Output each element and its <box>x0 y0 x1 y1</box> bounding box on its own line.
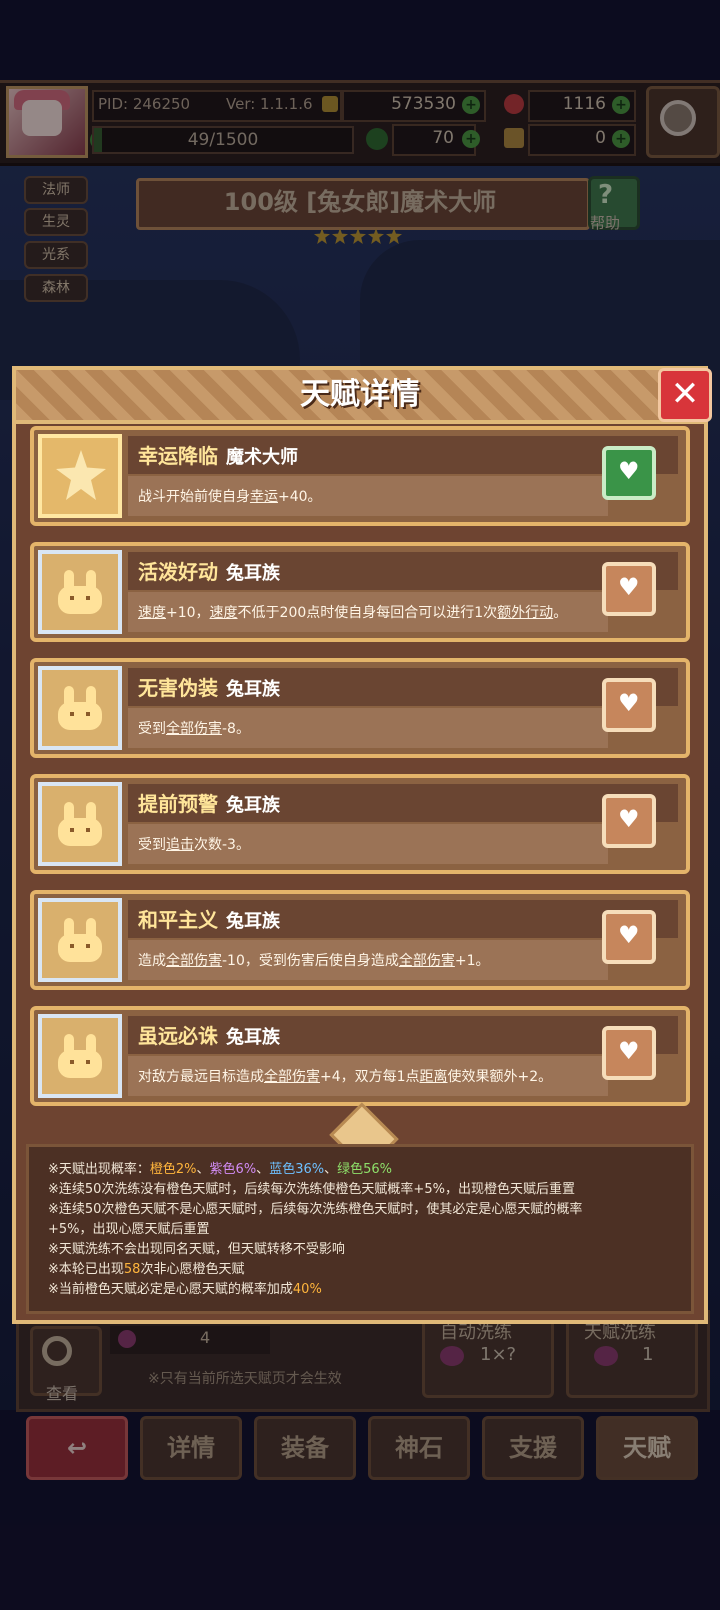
talent-description: 战斗开始前使自身幸运+40。 <box>138 486 322 506</box>
wish-heart-button[interactable]: ♥ <box>602 446 656 500</box>
note-no-duplicates: ※天赋洗练不会出现同名天赋，但天赋转移不受影响 <box>48 1242 345 1257</box>
desc-text: 受到 <box>138 837 166 853</box>
desc-text: +40。 <box>278 489 322 505</box>
heart-icon: ♥ <box>618 921 640 949</box>
rate-green: 绿色56% <box>337 1162 393 1177</box>
keyword-link[interactable]: 全部伤害 <box>264 1069 320 1085</box>
talent-tribe: 兔耳族 <box>226 795 280 816</box>
keyword-link[interactable]: 全部伤害 <box>399 953 455 969</box>
talent-name-text: 幸运降临 <box>138 444 218 468</box>
rate-blue: 蓝色36% <box>269 1162 325 1177</box>
keyword-link[interactable]: 距离 <box>420 1069 448 1085</box>
talent-name: 幸运降临 魔术大师 <box>138 440 298 469</box>
talent-name-text: 无害伪装 <box>138 676 218 700</box>
keyword-link[interactable]: 幸运 <box>250 489 278 505</box>
desc-text: 战斗开始前使自身 <box>138 489 250 505</box>
keyword-link[interactable]: 全部伤害 <box>166 721 222 737</box>
keyword-link[interactable]: 追击 <box>166 837 194 853</box>
talent-name: 提前预警 兔耳族 <box>138 788 280 817</box>
talent-tribe: 兔耳族 <box>226 679 280 700</box>
wish-heart-button[interactable]: ♥ <box>602 562 656 616</box>
talent-tribe: 兔耳族 <box>226 1027 280 1048</box>
talent-description: 速度+10，速度不低于200点时使自身每回合可以进行1次额外行动。 <box>138 602 567 622</box>
talent-description: 造成全部伤害-10，受到伤害后使自身造成全部伤害+1。 <box>138 950 490 970</box>
talent-icon <box>38 898 122 982</box>
wish-heart-button[interactable]: ♥ <box>602 1026 656 1080</box>
wish-heart-button[interactable]: ♥ <box>602 794 656 848</box>
talent-icon <box>38 550 122 634</box>
note-wish-pity: ※连续50次橙色天赋不是心愿天赋时，后续每次洗练橙色天赋时，使其必定是心愿天赋的… <box>48 1202 583 1217</box>
note-round-count: ※本轮已出现58次非心愿橙色天赋 <box>48 1262 245 1277</box>
desc-text: 造成 <box>138 953 166 969</box>
desc-text: 不低于200点时使自身每回合可以进行1次 <box>237 605 498 621</box>
wish-heart-button[interactable]: ♥ <box>602 910 656 964</box>
desc-text: 。 <box>553 605 568 621</box>
heart-icon: ♥ <box>618 573 640 601</box>
talent-name-text: 和平主义 <box>138 908 218 932</box>
wish-heart-button[interactable]: ♥ <box>602 678 656 732</box>
keyword-link[interactable]: 额外行动 <box>497 605 553 621</box>
desc-text: 对敌方最远目标造成 <box>138 1069 264 1085</box>
desc-text: -8。 <box>222 721 250 737</box>
modal-title: 天赋详情 <box>300 377 420 412</box>
talent-name: 虽远必诛 兔耳族 <box>138 1020 280 1049</box>
talent-icon <box>38 434 122 518</box>
round-count-value: 58 <box>123 1262 141 1277</box>
bunny-icon <box>56 918 104 962</box>
talent-tribe: 魔术大师 <box>226 447 298 468</box>
talent-name-text: 提前预警 <box>138 792 218 816</box>
heart-icon: ♥ <box>618 1037 640 1065</box>
desc-text: -10，受到伤害后使自身造成 <box>222 953 399 969</box>
close-button[interactable]: ✕ <box>658 368 712 422</box>
desc-text: +10， <box>166 605 210 621</box>
talent-icon <box>38 1014 122 1098</box>
desc-text: +1。 <box>454 953 490 969</box>
desc-text: +4，双方每1点 <box>320 1069 420 1085</box>
heart-icon: ♥ <box>618 457 640 485</box>
talent-icon <box>38 782 122 866</box>
heart-icon: ♥ <box>618 689 640 717</box>
talent-name: 和平主义 兔耳族 <box>138 904 280 933</box>
desc-text: 使效果额外+2。 <box>447 1069 553 1085</box>
talent-tribe: 兔耳族 <box>226 563 280 584</box>
talent-description: 受到全部伤害-8。 <box>138 718 250 738</box>
heart-icon: ♥ <box>618 805 640 833</box>
note-wish-pity-cont: +5%，出现心愿天赋后重置 <box>48 1222 210 1237</box>
bunny-icon <box>56 686 104 730</box>
note-current-bonus: ※当前橙色天赋必定是心愿天赋的概率加成40% <box>48 1282 322 1297</box>
rate-purple: 紫色6% <box>209 1162 257 1177</box>
star-badge-icon <box>56 450 106 500</box>
current-bonus-value: 40% <box>292 1282 322 1297</box>
desc-text: 次数-3。 <box>194 837 250 853</box>
talent-icon <box>38 666 122 750</box>
keyword-link[interactable]: 全部伤害 <box>166 953 222 969</box>
talent-name: 活泼好动 兔耳族 <box>138 556 280 585</box>
talent-name: 无害伪装 兔耳族 <box>138 672 280 701</box>
bunny-icon <box>56 570 104 614</box>
talent-description: 受到追击次数-3。 <box>138 834 250 854</box>
talent-description: 对敌方最远目标造成全部伤害+4，双方每1点距离使效果额外+2。 <box>138 1066 552 1086</box>
bunny-icon <box>56 802 104 846</box>
note-orange-pity: ※连续50次洗练没有橙色天赋时，后续每次洗练使橙色天赋概率+5%，出现橙色天赋后… <box>48 1182 575 1197</box>
desc-text: 受到 <box>138 721 166 737</box>
note-rates: ※天赋出现概率：橙色2%、紫色6%、蓝色36%、绿色56% <box>48 1162 393 1177</box>
talent-tribe: 兔耳族 <box>226 911 280 932</box>
talent-name-text: 虽远必诛 <box>138 1024 218 1048</box>
keyword-link[interactable]: 速度 <box>138 605 166 621</box>
keyword-link[interactable]: 速度 <box>210 605 238 621</box>
rate-orange: 橙色2% <box>149 1162 197 1177</box>
talent-name-text: 活泼好动 <box>138 560 218 584</box>
bunny-icon <box>56 1034 104 1078</box>
